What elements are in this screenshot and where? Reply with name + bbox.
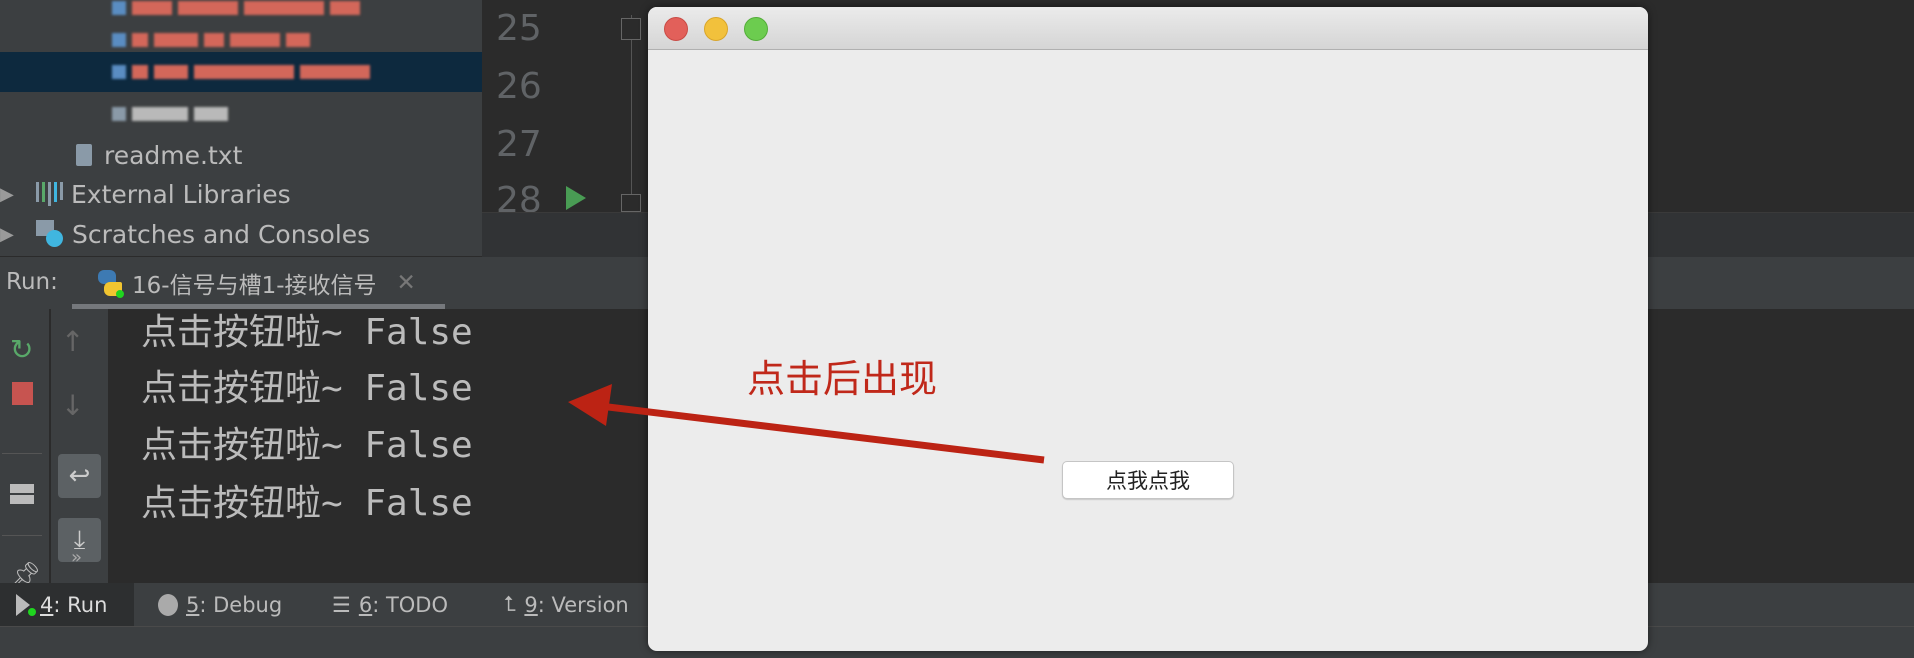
arrow-shaft [599,402,1045,464]
annotation-arrow [568,384,1045,464]
arrow-head [568,384,612,426]
